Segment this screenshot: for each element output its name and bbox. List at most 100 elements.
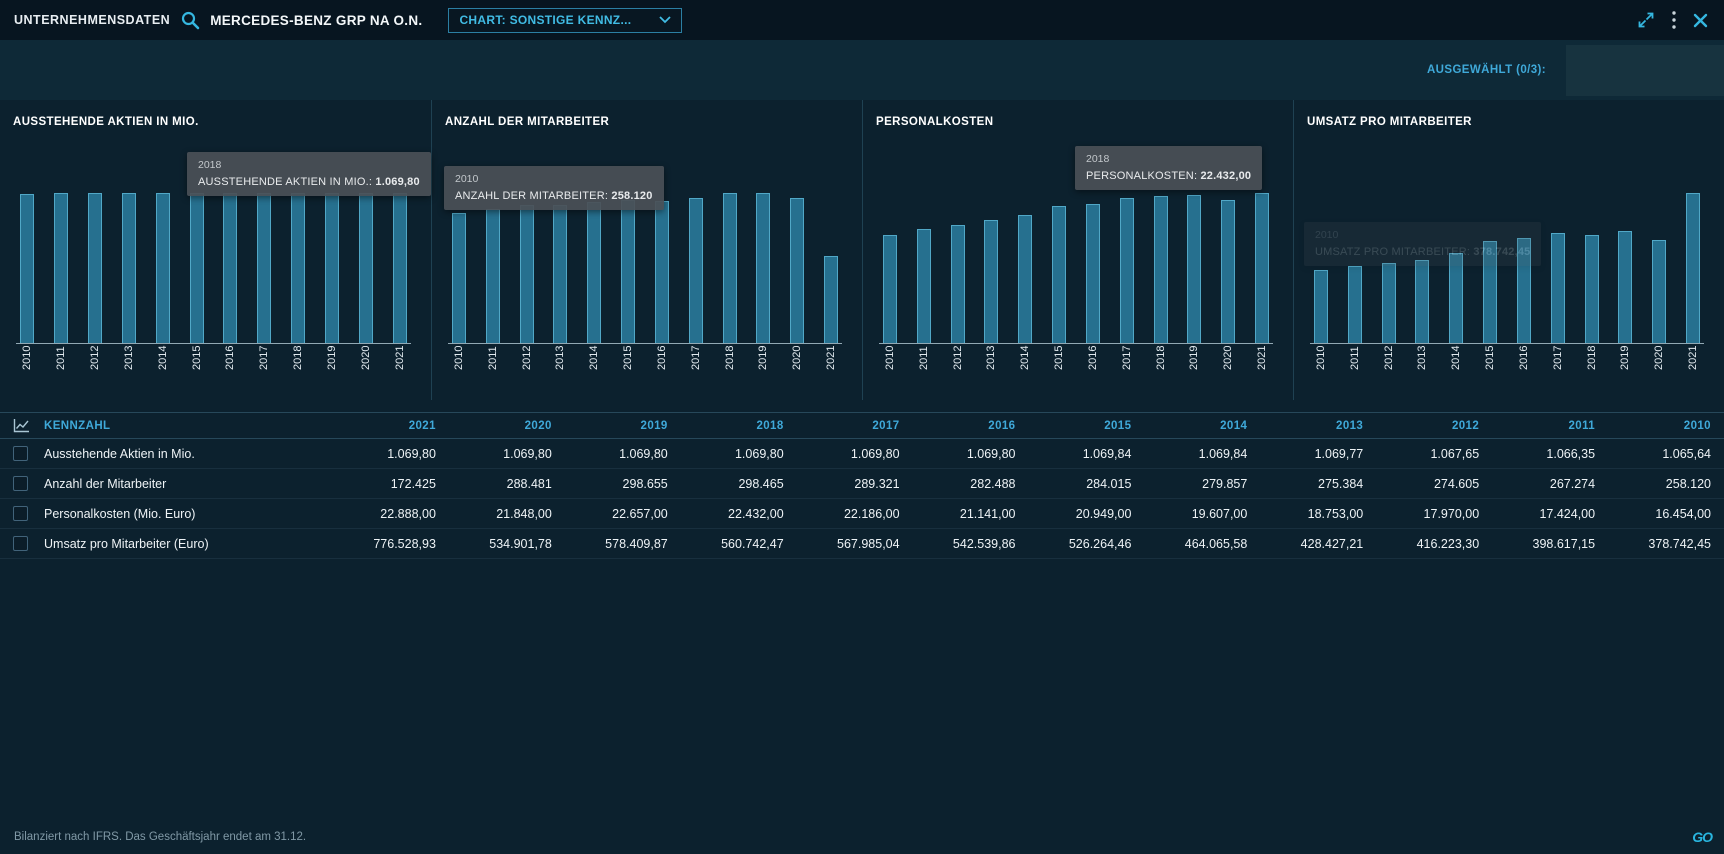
metric-label: Ausstehende Aktien in Mio. (40, 447, 320, 461)
bar-2021[interactable] (1686, 193, 1700, 343)
x-axis: 2010201120122013201420152016201720182019… (879, 346, 1273, 396)
bar-2020[interactable] (790, 198, 804, 343)
metric-value: 275.384 (1247, 477, 1363, 491)
x-axis-label: 2018 (1154, 346, 1168, 394)
x-axis-label: 2019 (325, 346, 339, 394)
bar-2020[interactable] (359, 193, 373, 343)
bar-2012[interactable] (951, 225, 965, 343)
bar-2018[interactable] (291, 193, 305, 343)
bar-2021[interactable] (393, 193, 407, 343)
bar-2016[interactable] (655, 201, 669, 343)
bar-2021[interactable] (824, 256, 838, 343)
table-row: Anzahl der Mitarbeiter172.425288.481298.… (0, 469, 1724, 499)
chart-tooltip: 2010 ANZAHL DER MITARBEITER: 258.120 (444, 166, 664, 210)
bar-2019[interactable] (1618, 231, 1632, 343)
tooltip-text: ANZAHL DER MITARBEITER: 258.120 (455, 190, 653, 202)
accounting-footnote: Bilanziert nach IFRS. Das Geschäftsjahr … (14, 831, 306, 843)
bar-2015[interactable] (1052, 206, 1066, 343)
bar-2021[interactable] (1255, 193, 1269, 343)
x-axis-label: 2015 (621, 346, 635, 394)
chart-ausstehende-aktien: AUSSTEHENDE AKTIEN IN MIO. 2010201120122… (0, 100, 431, 400)
x-axis-label: 2021 (824, 346, 838, 394)
row-checkbox[interactable] (13, 446, 28, 461)
bar-2010[interactable] (20, 194, 34, 343)
x-axis-label: 2017 (1551, 346, 1565, 394)
bar-2010[interactable] (452, 213, 466, 343)
year-column-header: 2010 (1595, 420, 1711, 432)
bar-2017[interactable] (257, 193, 271, 343)
chart-type-dropdown[interactable]: CHART: SONSTIGE KENNZ... (448, 8, 682, 33)
provider-logo: GO (1692, 829, 1712, 845)
bar-2018[interactable] (1154, 196, 1168, 343)
metric-value: 1.069,80 (436, 447, 552, 461)
x-axis-label: 2014 (587, 346, 601, 394)
bar-2012[interactable] (1382, 263, 1396, 343)
bar-2015[interactable] (621, 200, 635, 343)
metric-value: 22.186,00 (784, 507, 900, 521)
metric-value: 1.069,84 (1015, 447, 1131, 461)
bar-2018[interactable] (1585, 235, 1599, 343)
bar-2012[interactable] (520, 205, 534, 343)
x-axis-label: 2019 (1187, 346, 1201, 394)
metric-value: 1.069,80 (900, 447, 1016, 461)
metric-value: 578.409,87 (552, 537, 668, 551)
metric-label: Umsatz pro Mitarbeiter (Euro) (40, 537, 320, 551)
bar-2011[interactable] (917, 229, 931, 343)
year-column-header: 2020 (436, 420, 552, 432)
bar-2015[interactable] (190, 193, 204, 343)
bar-2014[interactable] (156, 193, 170, 343)
kebab-menu-icon[interactable] (1671, 10, 1677, 30)
bar-2019[interactable] (1187, 195, 1201, 343)
chart-personalkosten: PERSONALKOSTEN 2010201120122013201420152… (862, 100, 1293, 400)
bar-2018[interactable] (723, 193, 737, 343)
x-axis-label: 2014 (1449, 346, 1463, 394)
bar-2019[interactable] (325, 193, 339, 343)
bar-2011[interactable] (54, 193, 68, 343)
bar-2013[interactable] (984, 220, 998, 343)
x-axis-label: 2018 (291, 346, 305, 394)
row-checkbox[interactable] (13, 536, 28, 551)
bar-2011[interactable] (486, 209, 500, 343)
metric-value: 274.605 (1363, 477, 1479, 491)
bar-2017[interactable] (1551, 233, 1565, 343)
metric-value: 22.432,00 (668, 507, 784, 521)
x-axis-label: 2012 (1382, 346, 1396, 394)
x-axis-label: 2013 (1415, 346, 1429, 394)
bar-2014[interactable] (1018, 215, 1032, 343)
bar-2013[interactable] (1415, 260, 1429, 343)
year-column-header: 2011 (1479, 420, 1595, 432)
metric-value: 464.065,58 (1131, 537, 1247, 551)
chart-title: UMSATZ PRO MITARBEITER (1307, 116, 1472, 128)
x-axis-label: 2021 (1255, 346, 1269, 394)
bar-2012[interactable] (88, 193, 102, 343)
table-row: Personalkosten (Mio. Euro)22.888,0021.84… (0, 499, 1724, 529)
chart-title: PERSONALKOSTEN (876, 116, 993, 128)
metric-value: 279.857 (1131, 477, 1247, 491)
close-icon[interactable] (1693, 13, 1708, 28)
bar-2010[interactable] (1314, 270, 1328, 343)
bar-2019[interactable] (756, 193, 770, 343)
bar-2013[interactable] (122, 193, 136, 343)
tooltip-text: UMSATZ PRO MITARBEITER: 378.742,45 (1315, 246, 1530, 258)
bar-2016[interactable] (223, 193, 237, 343)
year-column-header: 2016 (900, 420, 1016, 432)
bar-2016[interactable] (1086, 204, 1100, 343)
row-checkbox[interactable] (13, 506, 28, 521)
bar-2020[interactable] (1652, 240, 1666, 343)
bar-2017[interactable] (1120, 198, 1134, 343)
bar-2020[interactable] (1221, 200, 1235, 343)
search-icon[interactable] (180, 10, 200, 30)
x-axis-label: 2010 (20, 346, 34, 394)
fullscreen-icon[interactable] (1637, 11, 1655, 29)
x-axis-label: 2012 (520, 346, 534, 394)
bar-2014[interactable] (587, 202, 601, 343)
bar-2017[interactable] (689, 198, 703, 343)
bar-2014[interactable] (1449, 253, 1463, 343)
bar-2011[interactable] (1348, 266, 1362, 343)
row-checkbox[interactable] (13, 476, 28, 491)
bar-2013[interactable] (553, 205, 567, 343)
chart-anzahl-mitarbeiter: ANZAHL DER MITARBEITER 20102011201220132… (431, 100, 862, 400)
x-axis-label: 2015 (1483, 346, 1497, 394)
chart-tooltip: 2010 UMSATZ PRO MITARBEITER: 378.742,45 (1304, 222, 1541, 266)
bar-2010[interactable] (883, 235, 897, 343)
